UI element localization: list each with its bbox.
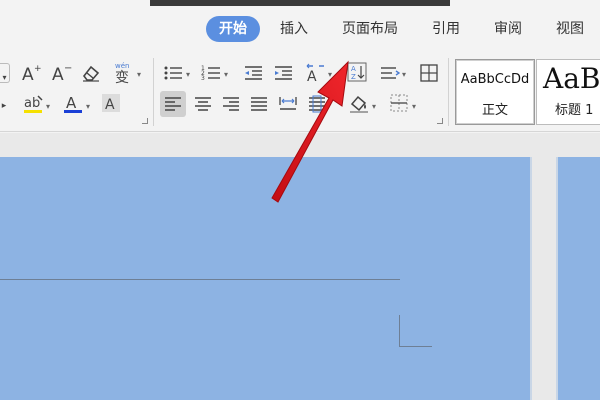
- style-heading-1[interactable]: AaB 标题 1: [536, 59, 600, 125]
- borders-icon[interactable]: [388, 92, 410, 114]
- tab-references[interactable]: 引用: [424, 16, 468, 42]
- highlight-color-icon[interactable]: ab: [22, 92, 44, 114]
- svg-text:A: A: [66, 94, 77, 112]
- bullets-icon[interactable]: [162, 62, 184, 84]
- align-center-icon[interactable]: [192, 93, 214, 115]
- align-right-icon[interactable]: [220, 93, 242, 115]
- group-separator: [153, 58, 154, 126]
- document-page[interactable]: [0, 157, 532, 400]
- window-title-bar: [150, 0, 450, 6]
- tab-review[interactable]: 审阅: [486, 16, 530, 42]
- tab-view[interactable]: 视图: [548, 16, 592, 42]
- decrease-font-size-icon[interactable]: A −: [50, 62, 72, 84]
- font-color-caret-icon[interactable]: ▾: [86, 102, 90, 111]
- character-border-icon[interactable]: ▸: [0, 92, 8, 114]
- group-separator: [448, 58, 449, 126]
- svg-text:A: A: [307, 69, 317, 84]
- distributed-icon[interactable]: [277, 93, 299, 115]
- highlight-caret-icon[interactable]: ▾: [46, 102, 50, 111]
- increase-indent-icon[interactable]: [272, 62, 294, 84]
- phonetic-caret-icon[interactable]: ▾: [137, 70, 141, 79]
- numbering-caret-icon[interactable]: ▾: [224, 70, 228, 79]
- svg-text:变: 变: [115, 70, 129, 84]
- paragraph-group-launcher-icon[interactable]: [437, 118, 443, 124]
- style-normal[interactable]: AaBbCcDd 正文: [455, 59, 535, 125]
- style-normal-name: 正文: [481, 103, 508, 118]
- svg-text:A: A: [351, 65, 356, 73]
- tab-insert[interactable]: 插入: [272, 16, 316, 42]
- justify-icon[interactable]: [248, 93, 270, 115]
- phonetic-glyph: wén: [115, 62, 129, 70]
- menu-bar: 开始 插入 页面布局 引用 审阅 视图: [0, 8, 600, 48]
- font-group-launcher-icon[interactable]: [142, 118, 148, 124]
- text-direction-caret-icon[interactable]: ▾: [328, 70, 332, 79]
- font-color-icon[interactable]: A: [62, 92, 84, 114]
- shading-icon[interactable]: [348, 92, 370, 114]
- margin-corner-mark: [399, 315, 400, 347]
- align-left-icon[interactable]: [160, 91, 186, 117]
- increase-font-size-icon[interactable]: A +: [20, 62, 42, 84]
- title-strip: [0, 0, 600, 8]
- tab-page-layout[interactable]: 页面布局: [334, 16, 406, 42]
- borders-table-icon[interactable]: [418, 62, 440, 84]
- svg-text:A: A: [52, 65, 64, 84]
- style-heading-1-name: 标题 1: [555, 103, 594, 118]
- svg-text:+: +: [34, 64, 42, 74]
- clear-formatting-icon[interactable]: [80, 62, 102, 84]
- svg-text:3: 3: [201, 75, 205, 82]
- line-spacing-icon[interactable]: [378, 62, 400, 84]
- svg-text:A: A: [105, 97, 115, 113]
- document-page-next[interactable]: [556, 157, 600, 400]
- line-spacing-caret-icon[interactable]: ▾: [402, 70, 406, 79]
- document-canvas: [0, 133, 600, 400]
- svg-text:ab: ab: [24, 96, 40, 111]
- bullets-caret-icon[interactable]: ▾: [186, 70, 190, 79]
- text-direction-icon[interactable]: A: [304, 62, 326, 84]
- svg-text:−: −: [64, 63, 72, 74]
- style-normal-sample: AaBbCcDd: [460, 72, 530, 87]
- header-divider-line: [0, 279, 400, 280]
- character-shading-icon[interactable]: A: [100, 92, 122, 114]
- phonetic-guide-icon[interactable]: wén 变: [112, 60, 136, 84]
- shading-caret-icon[interactable]: ▾: [372, 102, 376, 111]
- tab-home[interactable]: 开始: [206, 16, 260, 42]
- numbering-icon[interactable]: 123: [200, 62, 222, 84]
- paragraph-spacing-icon[interactable]: [306, 93, 328, 115]
- sort-icon[interactable]: AZ: [346, 61, 368, 83]
- svg-text:Z: Z: [351, 73, 356, 81]
- decrease-indent-icon[interactable]: [242, 62, 264, 84]
- ribbon-toolbar: ▾ A + A − wén 变 ▾ ▸ ab ▾ A ▾ A ▾ 123 ▾ A ▾ …: [0, 50, 600, 132]
- style-heading-1-sample: AaB: [543, 62, 600, 95]
- borders-caret-icon[interactable]: ▾: [412, 102, 416, 111]
- margin-corner-mark: [400, 346, 432, 347]
- svg-text:A: A: [22, 65, 34, 84]
- font-size-dropdown-icon[interactable]: ▾: [0, 63, 10, 83]
